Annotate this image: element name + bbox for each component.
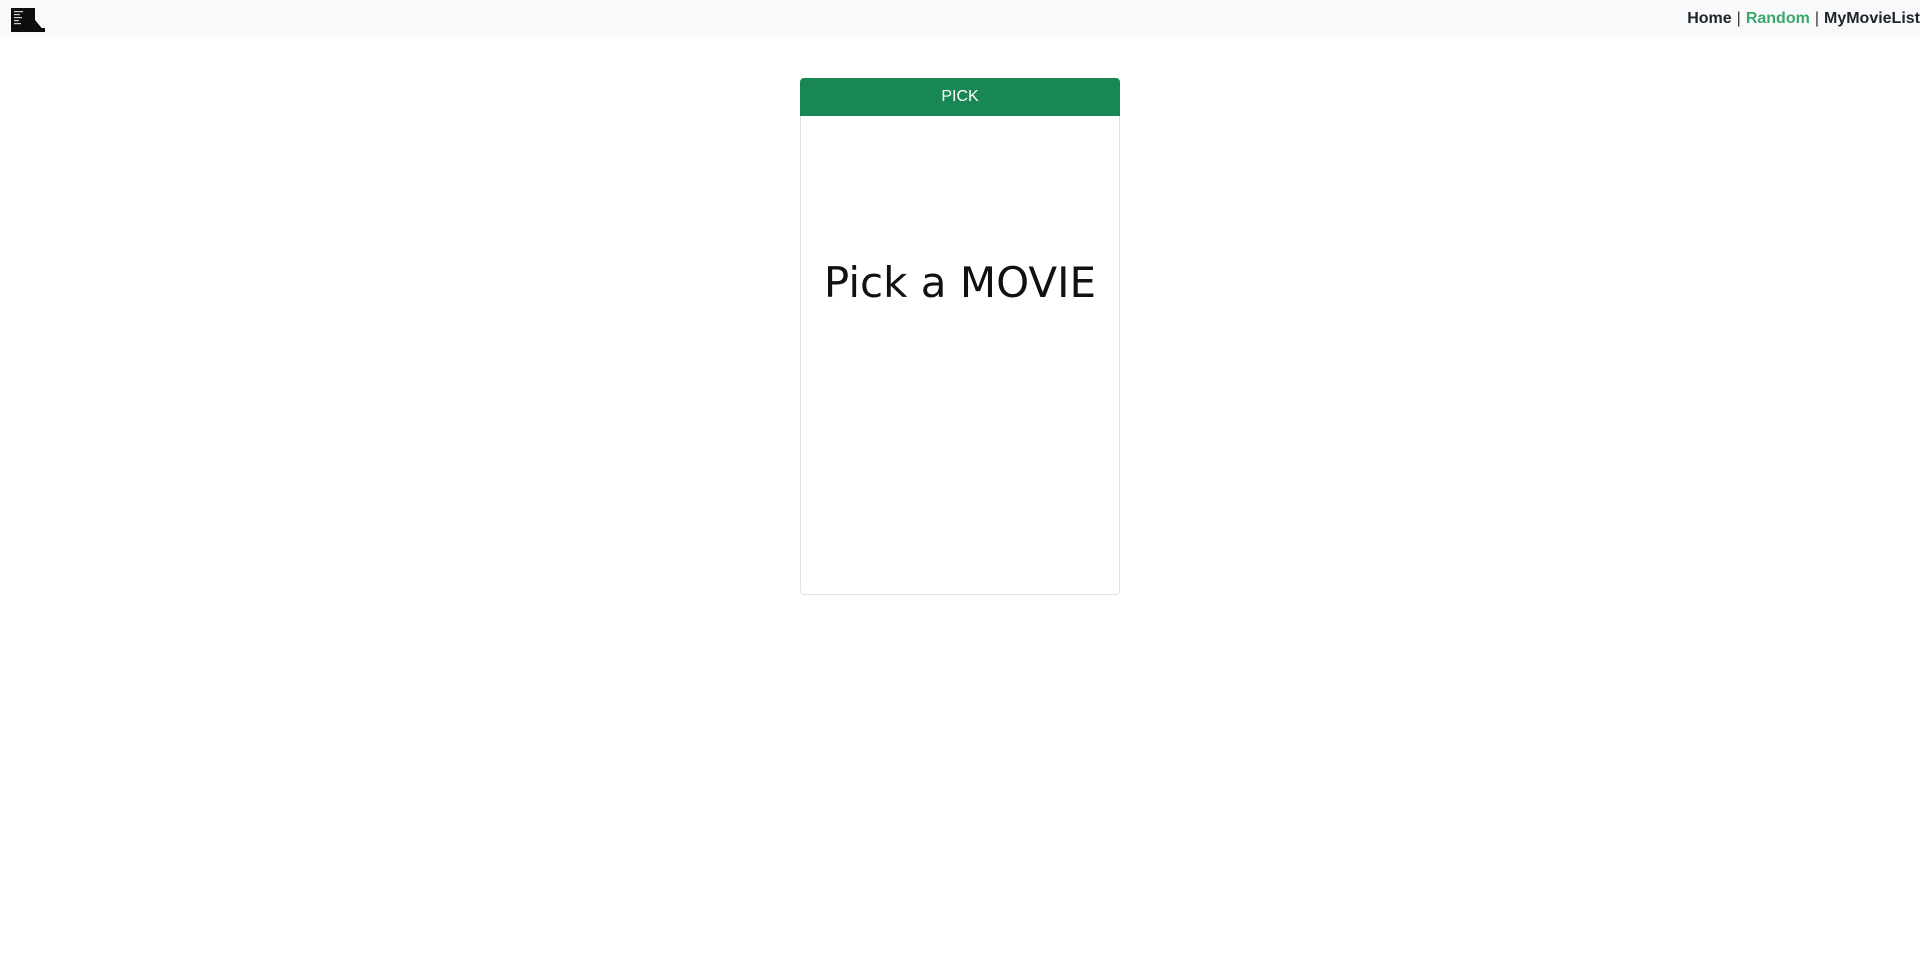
nav-link-home[interactable]: Home	[1687, 10, 1731, 28]
nav-link-random[interactable]: Random	[1746, 10, 1810, 28]
movie-poster-panel: Pick a MOVIE	[800, 116, 1120, 595]
random-movie-card: PICK Pick a MOVIE	[800, 78, 1120, 595]
film-logo-icon[interactable]	[11, 8, 45, 32]
nav-link-mymovielist[interactable]: MyMovieList	[1824, 10, 1920, 28]
top-navbar: Home | Random | MyMovieList	[0, 0, 1920, 37]
placeholder-text: Pick a MOVIE	[823, 258, 1097, 307]
pick-button[interactable]: PICK	[800, 78, 1120, 116]
nav-links: Home | Random | MyMovieList	[1680, 0, 1920, 37]
nav-separator: |	[1814, 9, 1819, 27]
nav-separator: |	[1736, 9, 1741, 27]
